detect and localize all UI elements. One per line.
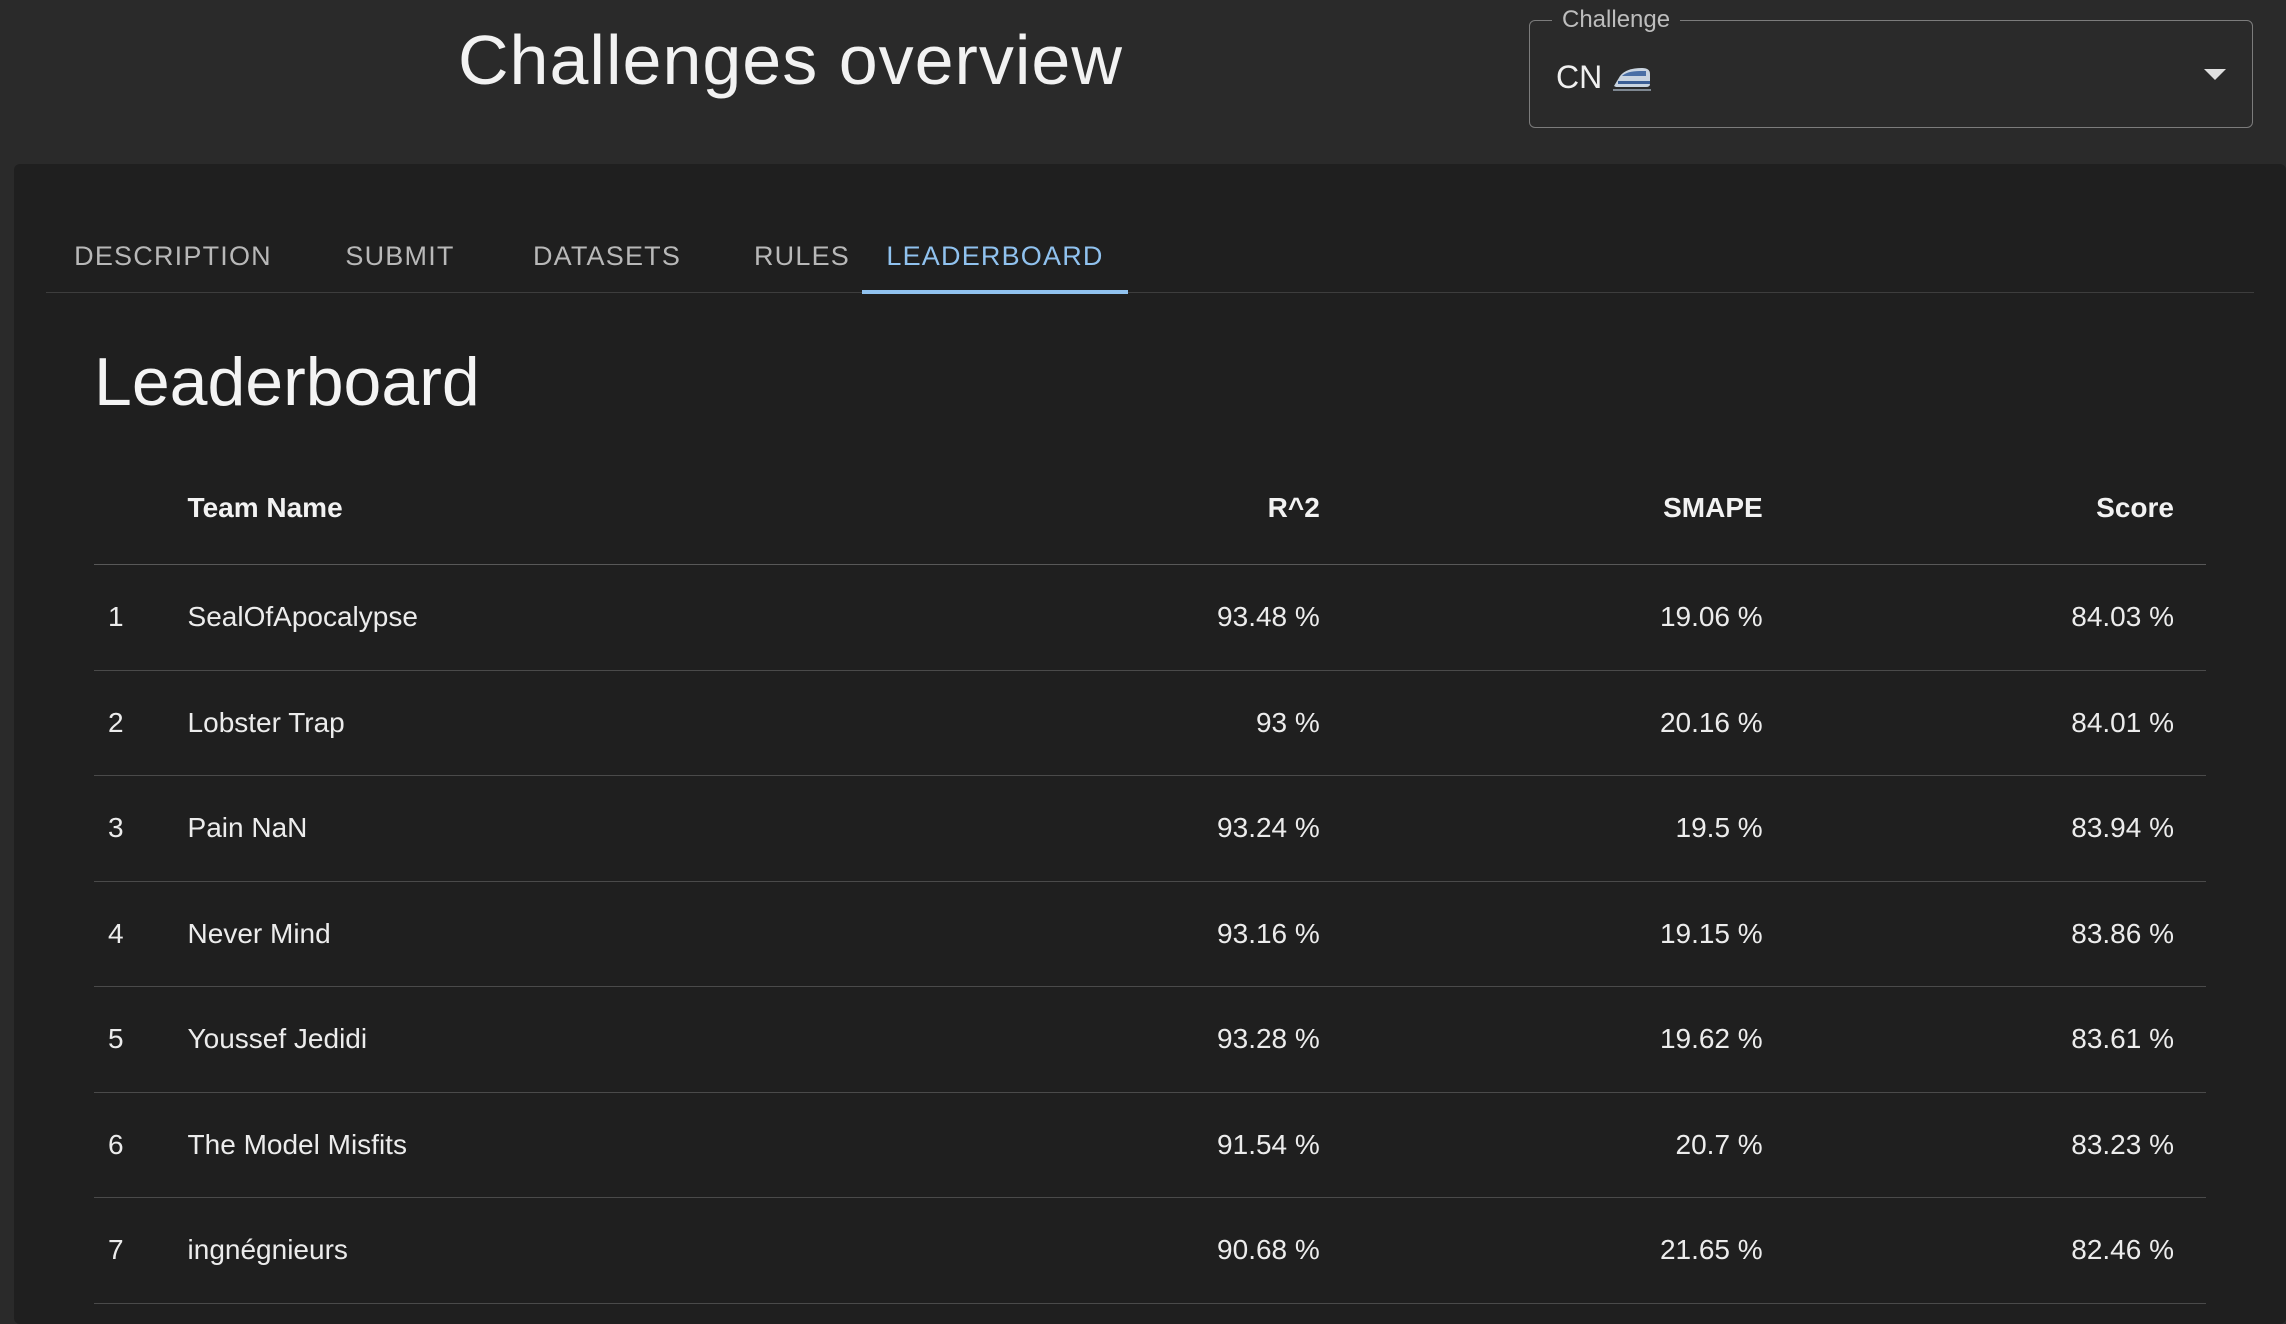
caret-down-icon[interactable] — [2204, 69, 2226, 80]
cell-team-name: Youssef Jedidi — [187, 986, 794, 1093]
cell-r2: 91.54 % — [793, 1092, 1320, 1198]
table-row: 1 SealOfApocalypse 93.48 % 19.06 % 84.03… — [94, 564, 2206, 671]
cell-score: 83.23 % — [1762, 1092, 2206, 1198]
table-row: 7 ingnégnieurs 90.68 % 21.65 % 82.46 % — [94, 1197, 2206, 1304]
cell-r2: 93.48 % — [793, 564, 1320, 671]
column-header-rank — [94, 452, 188, 565]
challenge-panel: DESCRIPTION SUBMIT DATASETS RULES LEADER… — [14, 164, 2286, 1324]
cell-rank: 3 — [94, 775, 188, 882]
table-header-row: Team Name R^2 SMAPE Score — [94, 452, 2206, 565]
tab-rules[interactable]: RULES — [752, 220, 852, 292]
cell-r2: 93.28 % — [793, 986, 1320, 1093]
column-header-team-name: Team Name — [187, 452, 794, 565]
page-title: Challenges overview — [458, 21, 1123, 99]
leaderboard-heading: Leaderboard — [94, 344, 480, 420]
column-header-score: Score — [1762, 452, 2206, 565]
tab-datasets[interactable]: DATASETS — [522, 220, 692, 292]
cell-score: 82.46 % — [1762, 1197, 2206, 1304]
tab-leaderboard[interactable]: LEADERBOARD — [862, 220, 1128, 292]
cell-smape: 20.7 % — [1319, 1092, 1763, 1198]
tab-bar: DESCRIPTION SUBMIT DATASETS RULES LEADER… — [46, 220, 2254, 294]
cell-smape: 19.06 % — [1319, 564, 1763, 671]
leaderboard-table: Team Name R^2 SMAPE Score 1 SealOfApocal… — [94, 452, 2206, 1304]
cell-smape: 21.65 % — [1319, 1197, 1763, 1304]
challenge-select-label: Challenge — [1552, 5, 1681, 35]
cell-team-name: Lobster Trap — [187, 670, 794, 776]
cell-smape: 19.62 % — [1319, 986, 1763, 1093]
cell-rank: 5 — [94, 986, 188, 1093]
cell-score: 83.94 % — [1762, 775, 2206, 882]
cell-score: 83.86 % — [1762, 881, 2206, 987]
challenge-select-value: CN — [1556, 59, 1603, 95]
cell-team-name: SealOfApocalypse — [187, 564, 794, 671]
cell-r2: 93.24 % — [793, 775, 1320, 882]
cell-r2: 90.68 % — [793, 1197, 1320, 1304]
cell-rank: 7 — [94, 1197, 188, 1304]
table-row: 2 Lobster Trap 93 % 20.16 % 84.01 % — [94, 670, 2206, 776]
active-tab-indicator — [862, 290, 1128, 294]
column-header-r2: R^2 — [793, 452, 1320, 565]
cell-score: 84.01 % — [1762, 670, 2206, 776]
cell-rank: 4 — [94, 881, 188, 987]
cell-score: 83.61 % — [1762, 986, 2206, 1093]
cell-rank: 2 — [94, 670, 188, 776]
table-row: 4 Never Mind 93.16 % 19.15 % 83.86 % — [94, 881, 2206, 987]
cell-r2: 93.16 % — [793, 881, 1320, 987]
cell-team-name: Never Mind — [187, 881, 794, 987]
challenge-select-value-wrap: CN — [1556, 57, 1652, 97]
high-speed-train-icon — [1613, 68, 1652, 91]
cell-rank: 6 — [94, 1092, 188, 1198]
table-row: 6 The Model Misfits 91.54 % 20.7 % 83.23… — [94, 1092, 2206, 1198]
cell-team-name: The Model Misfits — [187, 1092, 794, 1198]
cell-r2: 93 % — [793, 670, 1320, 776]
table-row: 5 Youssef Jedidi 93.28 % 19.62 % 83.61 % — [94, 986, 2206, 1093]
cell-team-name: ingnégnieurs — [187, 1197, 794, 1304]
cell-team-name: Pain NaN — [187, 775, 794, 882]
cell-smape: 19.15 % — [1319, 881, 1763, 987]
column-header-smape: SMAPE — [1319, 452, 1763, 565]
cell-smape: 19.5 % — [1319, 775, 1763, 882]
cell-rank: 1 — [94, 564, 188, 671]
tab-description[interactable]: DESCRIPTION — [68, 220, 278, 292]
table-row: 3 Pain NaN 93.24 % 19.5 % 83.94 % — [94, 775, 2206, 882]
cell-smape: 20.16 % — [1319, 670, 1763, 776]
cell-score: 84.03 % — [1762, 564, 2206, 671]
challenge-select[interactable]: Challenge CN — [1529, 5, 2253, 128]
tab-submit[interactable]: SUBMIT — [342, 220, 458, 292]
